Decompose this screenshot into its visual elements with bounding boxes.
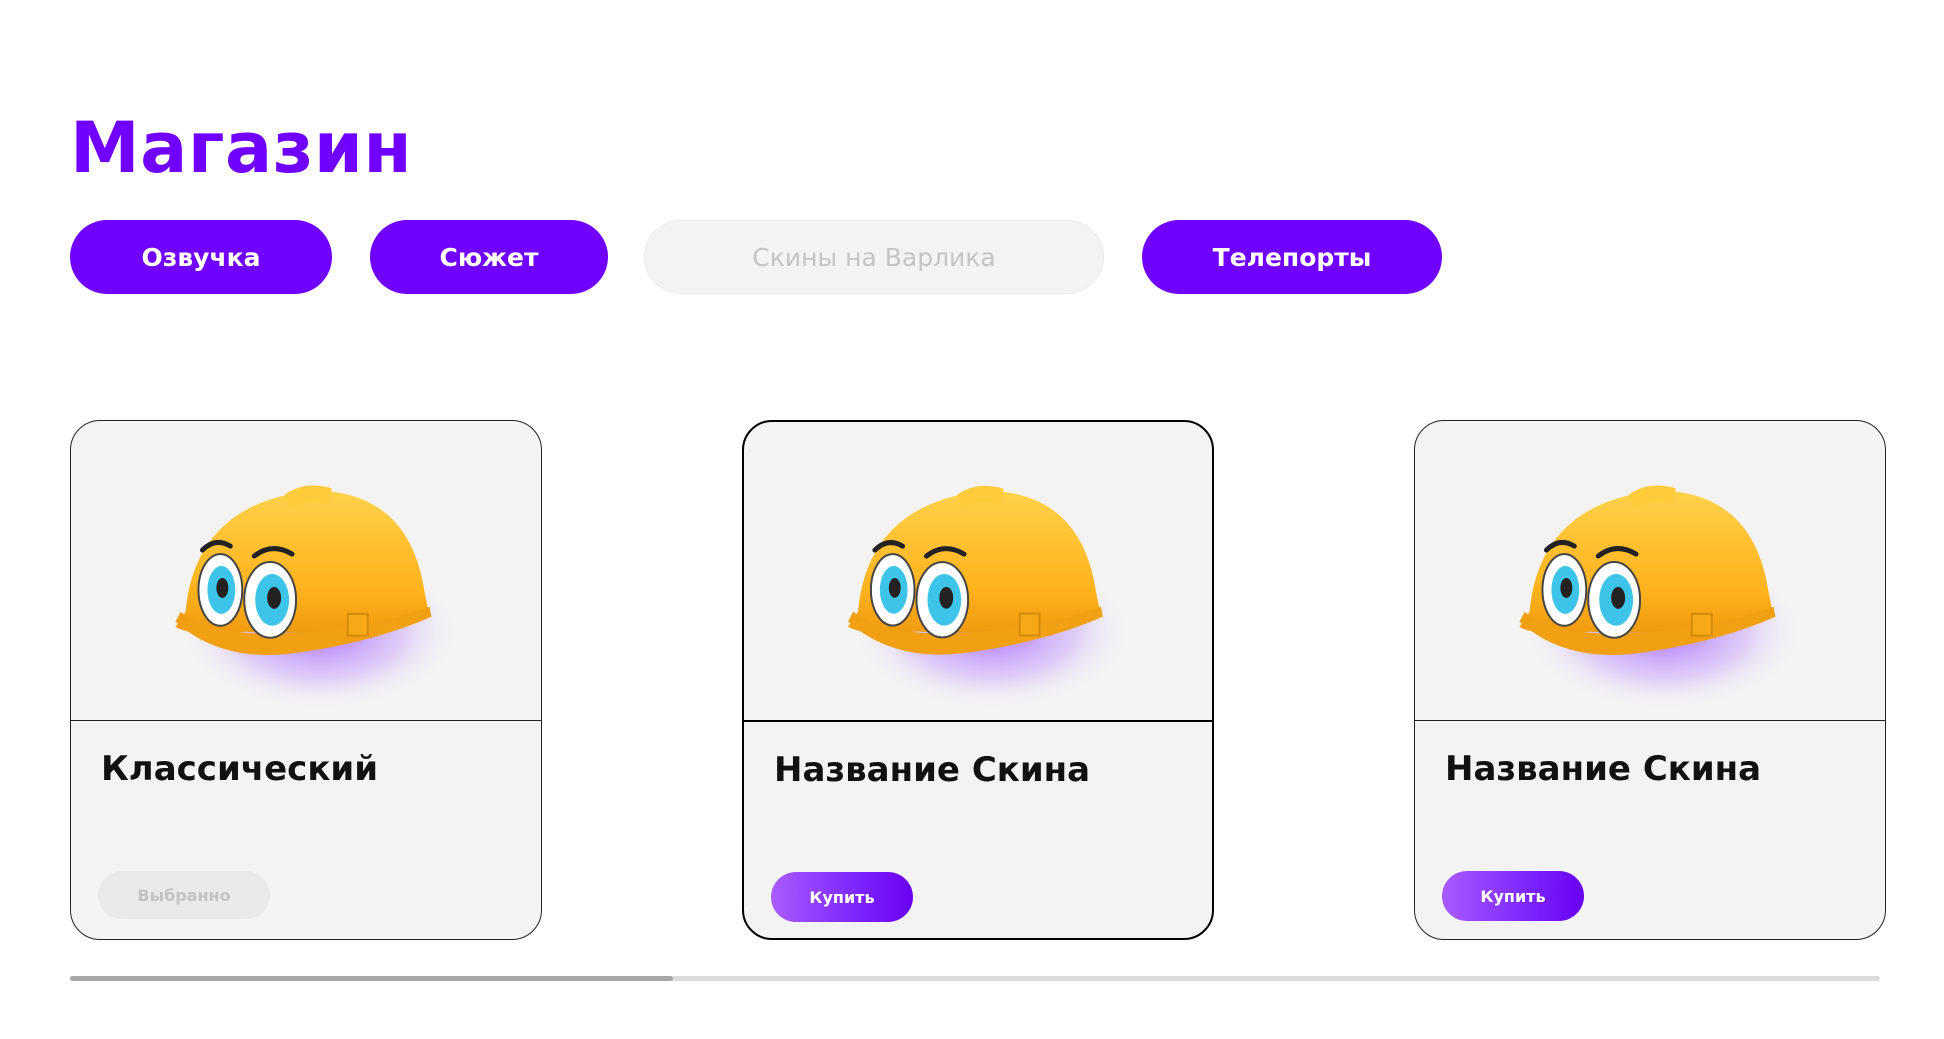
hardhat-mascot-icon bbox=[1519, 484, 1804, 709]
hardhat-mascot-icon bbox=[175, 484, 460, 709]
page-title: Магазин bbox=[70, 107, 413, 189]
card-image bbox=[1415, 421, 1885, 721]
horizontal-scrollbar[interactable] bbox=[70, 976, 1880, 981]
tab-voiceover[interactable]: Озвучка bbox=[70, 220, 332, 294]
tab-teleports[interactable]: Телепорты bbox=[1142, 220, 1442, 294]
tab-varlik-skins[interactable]: Скины на Варлика bbox=[644, 220, 1104, 294]
card-title: Название Скина bbox=[1445, 749, 1762, 789]
hardhat-mascot-icon bbox=[848, 485, 1131, 709]
buy-button[interactable]: Купить bbox=[1442, 871, 1584, 921]
card-title: Название Скина bbox=[774, 750, 1091, 790]
skin-card[interactable]: Классический Выбранно bbox=[70, 420, 542, 940]
card-image bbox=[71, 421, 541, 721]
buy-button[interactable]: Купить bbox=[771, 872, 913, 922]
selected-button[interactable]: Выбранно bbox=[98, 871, 270, 919]
card-title: Классический bbox=[101, 749, 379, 789]
skin-card[interactable]: Название Скина Купить bbox=[742, 420, 1214, 940]
scroll-thumb[interactable] bbox=[70, 976, 673, 981]
tab-story[interactable]: Сюжет bbox=[370, 220, 608, 294]
card-image bbox=[744, 422, 1212, 722]
skin-card[interactable]: Название Скина Купить bbox=[1414, 420, 1886, 940]
